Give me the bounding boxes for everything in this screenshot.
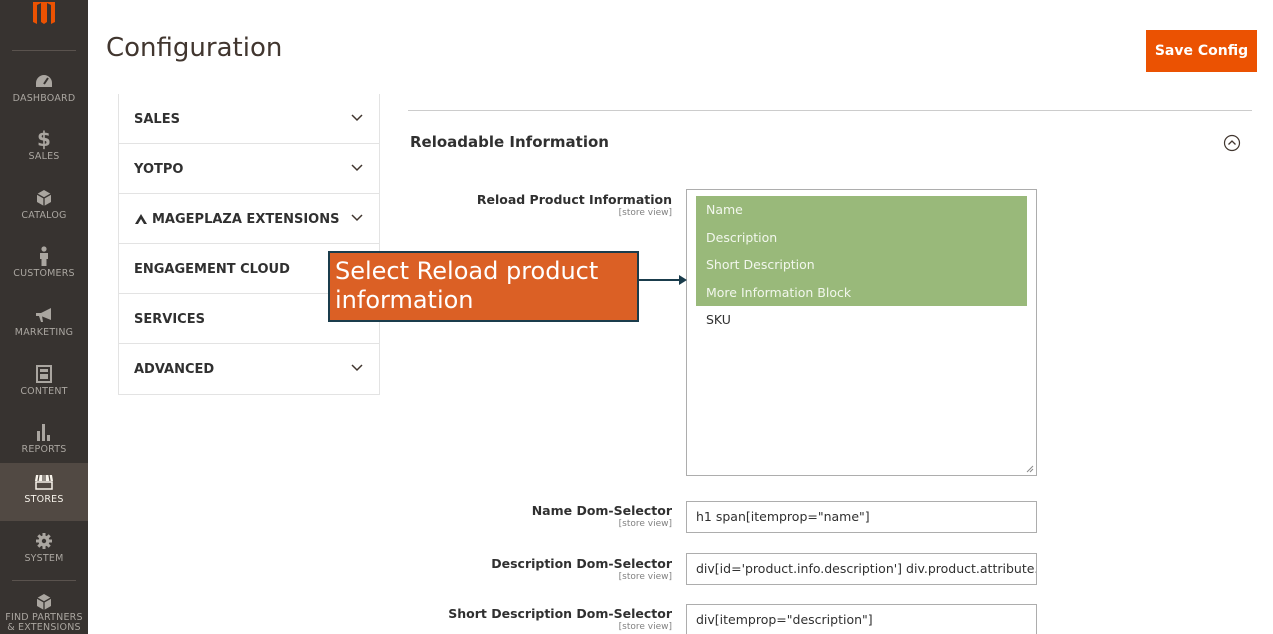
field-label-text: Name Dom-Selector — [531, 503, 672, 518]
nav-label: SYSTEM — [24, 553, 64, 564]
nav-divider — [12, 580, 76, 581]
callout-line-1: Select Reload product — [335, 257, 599, 285]
tab-label-wrap: MAGEPLAZA EXTENSIONS — [134, 212, 339, 227]
option-description[interactable]: Description — [696, 223, 1027, 251]
nav-item-catalog[interactable]: CATALOG — [0, 179, 88, 237]
admin-sidebar: DASHBOARD $ SALES CATALOG CUSTOMERS MARK… — [0, 0, 88, 634]
description-dom-selector-label: Description Dom-Selector [store view] — [491, 556, 672, 582]
nav-label: CATALOG — [21, 210, 67, 221]
nav-label: DASHBOARD — [12, 93, 76, 104]
gear-icon — [36, 533, 52, 549]
field-label-text: Short Description Dom-Selector — [448, 606, 672, 621]
chevron-down-icon — [351, 364, 363, 372]
dashboard-icon — [36, 75, 52, 87]
tab-mageplaza-extensions[interactable]: MAGEPLAZA EXTENSIONS — [119, 194, 379, 244]
store-icon — [35, 474, 53, 490]
person-icon — [40, 246, 48, 266]
extensions-icon — [36, 594, 52, 610]
tab-yotpo[interactable]: YOTPO — [119, 144, 379, 194]
tab-label: MAGEPLAZA EXTENSIONS — [152, 212, 340, 227]
scope-label: [store view] — [618, 519, 672, 529]
nav-label: CUSTOMERS — [13, 268, 75, 279]
config-tabs: SALES YOTPO MAGEPLAZA EXTENSIONS ENGAGEM… — [118, 94, 380, 395]
nav-label: CONTENT — [20, 386, 68, 397]
nav-label: FIND PARTNERS & EXTENSIONS — [5, 612, 83, 633]
tab-label: SALES — [134, 112, 180, 127]
section-divider — [408, 110, 1252, 111]
scope-label: [store view] — [618, 572, 672, 582]
collapse-section-icon[interactable] — [1223, 134, 1241, 152]
nav-item-content[interactable]: CONTENT — [0, 355, 88, 413]
scope-label: [store view] — [618, 208, 672, 218]
nav-divider — [12, 50, 76, 51]
option-more-information-block[interactable]: More Information Block — [696, 278, 1027, 306]
magento-logo[interactable] — [0, 0, 88, 44]
save-config-button[interactable]: Save Config — [1146, 30, 1257, 72]
nav-item-stores[interactable]: STORES — [0, 463, 88, 521]
tab-label: YOTPO — [134, 162, 184, 177]
tab-label: ADVANCED — [134, 362, 215, 377]
description-dom-selector-input[interactable]: div[id='product.info.description'] div.p… — [686, 553, 1037, 585]
chevron-down-icon — [351, 114, 363, 122]
callout-annotation: Select Reload product information — [328, 251, 639, 322]
option-name[interactable]: Name — [696, 196, 1027, 224]
nav-item-sales[interactable]: $ SALES — [0, 120, 88, 178]
nav-item-customers[interactable]: CUSTOMERS — [0, 237, 88, 295]
nav-label: SALES — [28, 151, 60, 162]
magento-logo-icon — [33, 2, 55, 24]
mageplaza-icon — [135, 214, 147, 224]
tab-advanced[interactable]: ADVANCED — [119, 344, 379, 394]
nav-label: MARKETING — [14, 327, 74, 338]
option-short-description[interactable]: Short Description — [696, 251, 1027, 279]
short-description-dom-selector-input[interactable]: div[itemprop="description"] — [686, 604, 1037, 634]
short-description-dom-selector-label: Short Description Dom-Selector [store vi… — [448, 606, 672, 632]
callout-arrow-icon — [637, 275, 687, 285]
tab-sales[interactable]: SALES — [119, 94, 379, 144]
nav-item-marketing[interactable]: MARKETING — [0, 296, 88, 354]
page-title: Configuration — [106, 33, 283, 63]
layout-icon — [36, 365, 52, 383]
resize-handle-icon[interactable] — [1026, 465, 1034, 473]
section-title[interactable]: Reloadable Information — [410, 133, 609, 151]
nav-label: REPORTS — [21, 444, 67, 455]
bar-chart-icon — [37, 424, 50, 441]
reload-product-info-label: Reload Product Information [store view] — [477, 192, 672, 218]
tab-label: ENGAGEMENT CLOUD — [134, 262, 290, 277]
tab-label: SERVICES — [134, 312, 205, 327]
name-dom-selector-input[interactable]: h1 span[itemprop="name"] — [686, 501, 1037, 533]
scope-label: [store view] — [618, 622, 672, 632]
nav-label: STORES — [24, 494, 64, 505]
option-sku[interactable]: SKU — [696, 306, 1027, 334]
reload-product-info-multiselect[interactable]: Name Description Short Description More … — [686, 189, 1037, 476]
callout-line-2: information — [335, 286, 474, 314]
field-label-text: Description Dom-Selector — [491, 556, 672, 571]
field-label-text: Reload Product Information — [476, 192, 672, 207]
name-dom-selector-label: Name Dom-Selector [store view] — [532, 503, 672, 529]
chevron-down-icon — [351, 164, 363, 172]
megaphone-icon — [36, 308, 51, 322]
nav-item-system[interactable]: SYSTEM — [0, 522, 88, 580]
nav-item-find-partners[interactable]: FIND PARTNERS & EXTENSIONS — [0, 585, 88, 634]
nav-item-dashboard[interactable]: DASHBOARD — [0, 62, 88, 120]
chevron-down-icon — [351, 214, 363, 222]
cube-icon — [36, 190, 52, 206]
dollar-icon: $ — [37, 127, 51, 151]
